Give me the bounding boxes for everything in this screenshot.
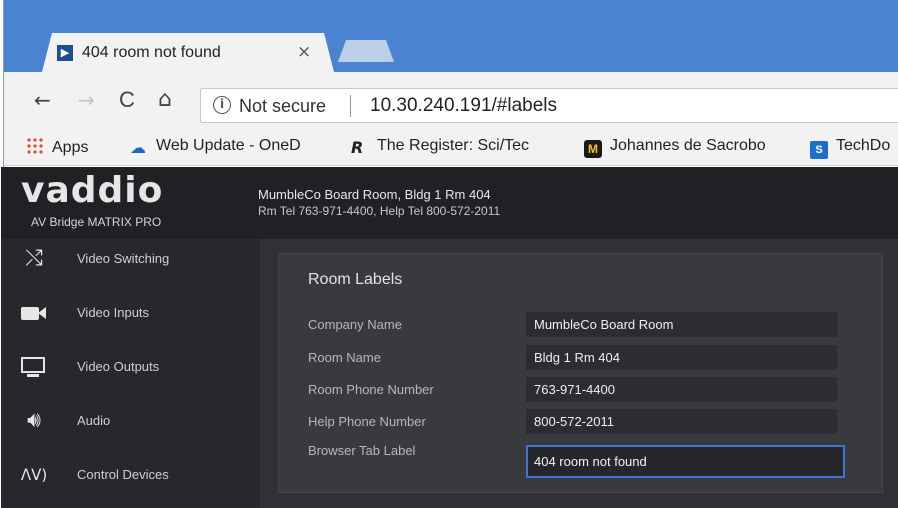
nav-label: Video Outputs	[77, 359, 160, 374]
bookmarks-bar: Apps ☁ Web Update - OneD R The Register: S…	[4, 130, 898, 166]
room-info-line2: Rm Tel 763-971-4400, Help Tel 800-572-20…	[258, 204, 501, 218]
apps-grid-icon	[26, 137, 44, 155]
bookmark-apps[interactable]: Apps	[26, 137, 88, 157]
new-tab-button[interactable]	[338, 40, 394, 62]
shuffle-icon: ⤭	[25, 246, 43, 271]
bookmark-label: TechDo	[836, 137, 891, 154]
room-labels-panel: Room Labels Company Name MumbleCo Board …	[278, 253, 883, 493]
bookmark-johannes[interactable]: M Johannes de Sacrobo	[584, 137, 766, 158]
vaddio-app: vaddio AV Bridge MATRIX PRO MumbleCo Boa…	[1, 167, 898, 508]
product-name: AV Bridge MATRIX PRO	[31, 215, 162, 229]
browser-tab-label-label: Browser Tab Label	[308, 443, 416, 458]
nav-item-video-outputs[interactable]: Video Outputs	[1, 347, 260, 401]
nav-label: Video Inputs	[77, 305, 150, 320]
bookmark-label: Johannes de Sacrobo	[610, 137, 766, 154]
control-signal-icon: ᐱᐯ)	[20, 466, 48, 484]
side-navigation: ⤭ Video Switching Video Inputs Video Out…	[1, 239, 260, 508]
tab-strip: ▶ 404 room not found ×	[4, 0, 898, 72]
nav-label: Control Devices	[77, 467, 169, 482]
nav-item-control-devices[interactable]: ᐱᐯ) Control Devices	[1, 455, 260, 508]
bookmark-label: Web Update - OneD	[156, 137, 301, 154]
bookmark-web-update[interactable]: ☁ Web Update - OneD	[130, 137, 301, 157]
info-icon[interactable]: i	[213, 96, 231, 114]
back-icon[interactable]: ←	[34, 89, 51, 111]
not-secure-label[interactable]: Not secure	[239, 96, 326, 117]
nav-label: Video Switching	[77, 251, 170, 266]
vaddio-favicon-icon: ▶	[57, 45, 73, 61]
browser-tab-label-input[interactable]	[526, 445, 845, 478]
tab-active[interactable]: ▶ 404 room not found ×	[42, 33, 334, 72]
company-name-field[interactable]: MumbleCo Board Room	[526, 312, 837, 337]
app-header: vaddio AV Bridge MATRIX PRO MumbleCo Boa…	[1, 167, 898, 239]
omnibox-divider	[350, 95, 351, 117]
monitor-icon	[19, 355, 49, 379]
sharepoint-icon: S	[810, 141, 828, 159]
room-name-field[interactable]: Bldg 1 Rm 404	[526, 345, 837, 370]
register-icon: R	[351, 138, 364, 157]
tab-title: 404 room not found	[82, 44, 221, 61]
nav-label: Audio	[77, 413, 111, 428]
room-phone-label: Room Phone Number	[308, 382, 434, 397]
camera-icon	[19, 301, 49, 325]
speaker-icon: 🔊︎	[27, 408, 41, 433]
help-phone-label: Help Phone Number	[308, 414, 426, 429]
panel-title: Room Labels	[308, 271, 403, 288]
close-tab-icon[interactable]: ×	[297, 42, 311, 62]
help-phone-field[interactable]: 800-572-2011	[526, 409, 837, 434]
bookmark-label: The Register: Sci/Tec	[377, 137, 530, 154]
bookmark-label: Apps	[52, 139, 89, 156]
main-content: Room Labels Company Name MumbleCo Board …	[260, 239, 898, 508]
room-name-label: Room Name	[308, 350, 381, 365]
nav-item-video-switching[interactable]: ⤭ Video Switching	[1, 239, 260, 293]
url-text[interactable]: 10.30.240.191/#labels	[370, 95, 557, 117]
room-phone-field[interactable]: 763-971-4400	[526, 377, 837, 402]
room-info-line1: MumbleCo Board Room, Bldg 1 Rm 404	[258, 187, 491, 202]
company-name-label: Company Name	[308, 317, 402, 332]
nav-item-video-inputs[interactable]: Video Inputs	[1, 293, 260, 347]
mizzou-icon: M	[584, 140, 602, 158]
home-icon[interactable]: ⌂	[158, 89, 172, 111]
reload-icon[interactable]: C	[119, 89, 135, 111]
bookmark-techdo[interactable]: S TechDo	[810, 137, 890, 159]
nav-item-audio[interactable]: 🔊︎ Audio	[1, 401, 260, 455]
forward-icon[interactable]: →	[78, 89, 95, 111]
cloud-icon: ☁	[130, 138, 146, 157]
address-bar[interactable]: i Not secure 10.30.240.191/#labels	[200, 88, 898, 123]
bookmark-the-register[interactable]: R The Register: Sci/Tec	[351, 137, 529, 157]
vaddio-logo: vaddio	[21, 170, 164, 211]
